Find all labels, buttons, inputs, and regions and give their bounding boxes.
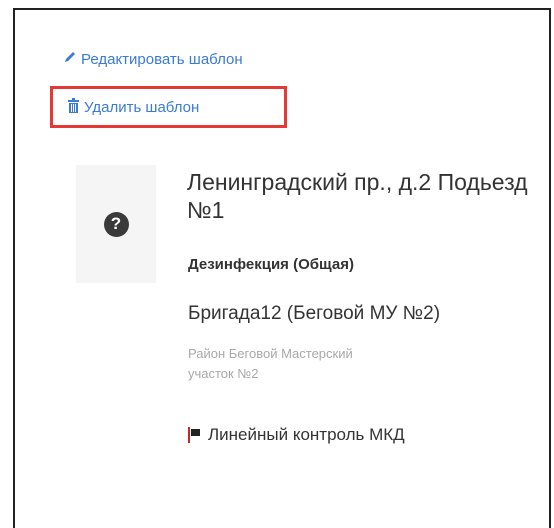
delete-template-label: Удалить шаблон	[84, 99, 200, 116]
control-type: Линейный контроль МКД	[188, 425, 405, 445]
district-text: Район Беговой Мастерский участок №2	[188, 346, 353, 381]
control-label: Линейный контроль МКД	[208, 425, 405, 444]
service-type: Дезинфекция (Общая)	[188, 256, 354, 273]
thumbnail-placeholder: ?	[76, 165, 156, 283]
address-title: Ленинградский пр., д.2 Подьезд №1	[187, 169, 528, 223]
flag-icon	[188, 427, 202, 443]
question-icon: ?	[103, 211, 129, 237]
brigade-name: Бригада12 (Беговой МУ №2)	[188, 303, 441, 324]
pencil-icon	[63, 50, 77, 68]
trash-icon	[67, 98, 80, 117]
edit-template-link[interactable]: Редактировать шаблон	[63, 50, 243, 68]
delete-template-link[interactable]: Удалить шаблон	[67, 98, 199, 117]
edit-template-label: Редактировать шаблон	[81, 50, 243, 68]
